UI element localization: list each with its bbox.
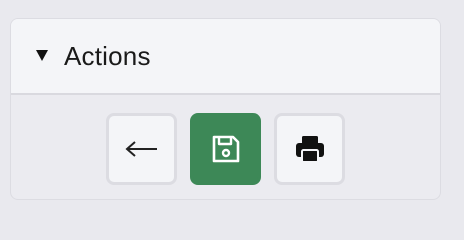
triangle-down-icon: [36, 49, 48, 61]
back-button[interactable]: [106, 113, 177, 185]
action-toolbar: [11, 113, 440, 185]
print-button[interactable]: [274, 113, 345, 185]
arrow-left-icon: [124, 141, 157, 157]
printer-icon: [295, 136, 324, 163]
save-button[interactable]: [190, 113, 261, 185]
actions-panel-header[interactable]: Actions: [11, 19, 440, 95]
floppy-disk-icon: [212, 135, 239, 163]
panel-title: Actions: [64, 40, 151, 71]
actions-panel: Actions: [10, 18, 441, 200]
